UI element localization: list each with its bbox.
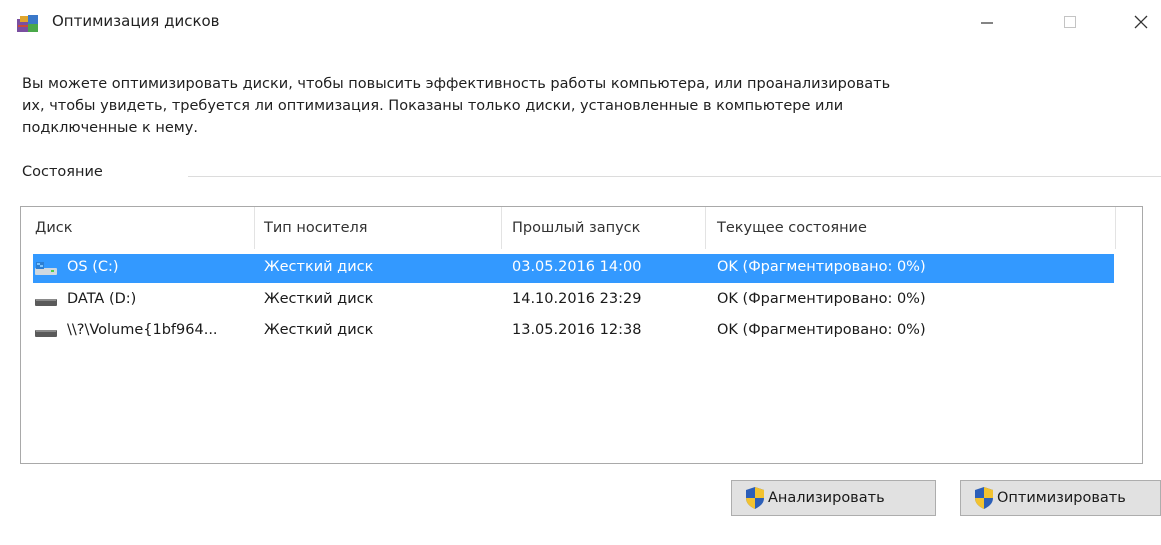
drive-name: DATA (D:)	[67, 291, 137, 307]
optimize-button[interactable]: Оптимизировать	[960, 480, 1161, 516]
uac-shield-icon	[975, 487, 993, 509]
column-separator[interactable]	[254, 207, 255, 249]
close-button[interactable]	[1121, 4, 1161, 40]
description-line: их, чтобы увидеть, требуется ли оптимиза…	[22, 98, 844, 114]
table-row[interactable]: OS (C:) Жесткий диск 03.05.2016 14:00 OK…	[21, 254, 1142, 283]
maximize-button[interactable]	[1050, 4, 1090, 40]
column-separator[interactable]	[705, 207, 706, 249]
minimize-icon	[981, 22, 993, 24]
column-header-drive[interactable]: Диск	[35, 220, 72, 236]
description-line: Вы можете оптимизировать диски, чтобы по…	[22, 76, 891, 92]
section-divider	[188, 176, 1161, 177]
optimize-button-label: Оптимизировать	[997, 490, 1126, 506]
current-status: OK (Фрагментировано: 0%)	[717, 259, 926, 275]
current-status: OK (Фрагментировано: 0%)	[717, 291, 926, 307]
minimize-button[interactable]	[967, 4, 1007, 40]
defrag-app-icon	[17, 15, 38, 32]
analyze-button[interactable]: Анализировать	[731, 480, 936, 516]
hard-drive-icon	[35, 330, 57, 337]
hard-drive-icon	[35, 299, 57, 306]
analyze-button-label: Анализировать	[768, 490, 885, 506]
maximize-icon	[1064, 16, 1076, 28]
last-run: 13.05.2016 12:38	[512, 322, 642, 338]
table-row[interactable]: \\?\Volume{1bf964... Жесткий диск 13.05.…	[21, 317, 1142, 346]
last-run: 03.05.2016 14:00	[512, 259, 642, 275]
column-header-current-status[interactable]: Текущее состояние	[717, 220, 867, 236]
column-header-last-run[interactable]: Прошлый запуск	[512, 220, 640, 236]
column-header-media-type[interactable]: Тип носителя	[264, 220, 367, 236]
status-section-label: Состояние	[22, 164, 103, 180]
drive-name: \\?\Volume{1bf964...	[67, 322, 218, 338]
media-type: Жесткий диск	[264, 291, 374, 307]
description-line: подключенные к нему.	[22, 120, 198, 136]
last-run: 14.10.2016 23:29	[512, 291, 642, 307]
system-drive-icon	[35, 262, 57, 275]
table-row[interactable]: DATA (D:) Жесткий диск 14.10.2016 23:29 …	[21, 286, 1142, 315]
media-type: Жесткий диск	[264, 259, 374, 275]
close-icon	[1134, 15, 1148, 29]
list-header: Диск Тип носителя Прошлый запуск Текущее…	[21, 207, 1142, 249]
column-separator[interactable]	[501, 207, 502, 249]
title-bar: Оптимизация дисков	[0, 0, 1161, 44]
media-type: Жесткий диск	[264, 322, 374, 338]
current-status: OK (Фрагментировано: 0%)	[717, 322, 926, 338]
description-text: Вы можете оптимизировать диски, чтобы по…	[22, 73, 1122, 139]
drives-list[interactable]: Диск Тип носителя Прошлый запуск Текущее…	[20, 206, 1143, 464]
drive-name: OS (C:)	[67, 259, 119, 275]
column-separator[interactable]	[1115, 207, 1116, 249]
uac-shield-icon	[746, 487, 764, 509]
window-title: Оптимизация дисков	[52, 12, 220, 30]
